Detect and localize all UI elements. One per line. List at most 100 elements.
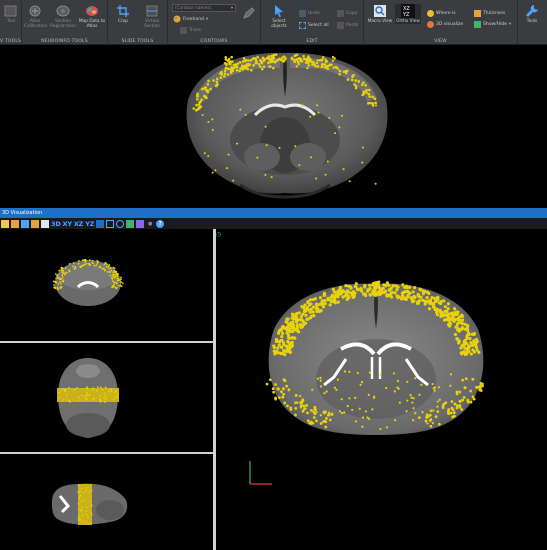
contour-dropdown[interactable]: (Contour names) ▾ <box>172 4 236 12</box>
cell-marker <box>299 406 303 409</box>
mode-yz-button[interactable]: YZ <box>85 220 94 228</box>
ortho-view-button[interactable]: XZ YZ Ortho View <box>395 4 421 24</box>
tools-button[interactable]: Tools <box>520 4 544 24</box>
cell-marker <box>100 386 102 389</box>
folder-icon[interactable] <box>31 219 39 228</box>
cell-marker <box>319 309 323 313</box>
help-icon[interactable]: ? <box>156 219 165 228</box>
cell-marker <box>418 287 422 291</box>
cell-marker <box>294 145 297 148</box>
virtual-section-button[interactable]: Virtual Section <box>138 4 166 29</box>
folder-open-icon[interactable] <box>11 219 19 228</box>
layout-icon[interactable] <box>96 219 105 228</box>
cell-marker <box>340 114 343 117</box>
view-pane-coronal[interactable] <box>0 229 213 341</box>
target-icon[interactable] <box>116 219 125 228</box>
cell-marker <box>394 284 398 288</box>
cell-marker <box>54 273 57 275</box>
cell-marker <box>348 180 351 183</box>
cell-marker <box>116 393 118 396</box>
thickness-button[interactable]: Thickness <box>474 10 505 17</box>
cell-marker <box>303 303 307 307</box>
box-icon[interactable] <box>106 219 115 228</box>
cell-marker <box>97 386 99 388</box>
contour-tool-button[interactable] <box>240 6 258 21</box>
crop-button[interactable]: Crop <box>112 4 134 24</box>
window-title-bar[interactable]: 3D Visualization <box>0 208 547 218</box>
visualize-3d-button[interactable]: 3D visualize <box>427 21 463 28</box>
select-objects-button[interactable]: Select objects <box>264 4 294 29</box>
copy-button[interactable]: Copy <box>337 10 357 17</box>
mode-xy-button[interactable]: XY <box>63 220 73 228</box>
cell-marker <box>323 302 327 306</box>
cell-marker <box>345 69 349 73</box>
map-data-to-atlas-button[interactable]: Map Data to Atlas <box>78 4 106 29</box>
cell-marker <box>383 283 387 287</box>
cell-marker <box>116 396 119 399</box>
cell-marker <box>78 396 81 399</box>
cell-marker <box>338 410 342 413</box>
paste-button[interactable]: Paste <box>337 22 358 29</box>
cell-marker <box>418 393 421 396</box>
show-hide-button[interactable]: Show/Hide ▾ <box>474 21 511 28</box>
cell-marker <box>469 341 473 345</box>
cell-marker <box>73 388 76 391</box>
cell-marker <box>306 66 309 70</box>
cell-marker <box>374 101 377 105</box>
cell-marker <box>81 520 84 523</box>
cell-marker <box>57 276 60 279</box>
group-neuroinfo: Atlas Calibration Section Registration M… <box>22 0 108 45</box>
cell-marker <box>361 161 364 164</box>
cell-marker <box>306 300 310 305</box>
camera-icon[interactable] <box>136 219 145 228</box>
cell-marker <box>83 499 85 501</box>
cell-marker <box>62 267 64 270</box>
ortho-view-icon: XZYZ <box>401 4 415 18</box>
cell-marker <box>466 346 471 351</box>
cell-marker <box>296 57 300 61</box>
mode-3d-button[interactable]: 3D <box>51 220 61 228</box>
trace-button[interactable]: Trace <box>180 27 201 34</box>
cell-marker <box>460 318 465 322</box>
group-label-neuroinfo: NEUROINFO TOOLS <box>41 39 88 44</box>
cell-marker <box>346 404 349 408</box>
cell-marker <box>246 67 250 71</box>
undo-button[interactable]: Undo <box>299 10 320 17</box>
cell-marker <box>411 401 414 404</box>
cell-marker <box>329 298 333 302</box>
cell-marker <box>54 281 57 284</box>
cell-marker <box>87 394 89 397</box>
cell-marker <box>84 521 87 524</box>
cell-marker <box>472 332 477 336</box>
select-all-button[interactable]: Select all <box>299 22 329 29</box>
cell-marker <box>392 372 396 375</box>
freehand-button[interactable]: Freehand ▾ <box>173 15 208 23</box>
cell-marker <box>243 59 247 63</box>
cell-marker <box>316 59 319 62</box>
tool-a-button[interactable]: Tool <box>1 4 21 24</box>
section-registration-button[interactable]: Section Registration <box>50 4 76 29</box>
view-pane-main[interactable]: ◷ <box>216 229 547 550</box>
cell-marker <box>326 413 330 417</box>
cell-marker <box>446 307 450 311</box>
mode-xz-button[interactable]: XZ <box>74 220 84 228</box>
cell-marker <box>280 390 283 394</box>
cell-marker <box>115 274 118 276</box>
cell-marker <box>61 387 64 390</box>
image-icon[interactable] <box>126 219 135 228</box>
cell-marker <box>440 313 444 317</box>
dot-icon[interactable]: ● <box>146 220 154 228</box>
document-icon[interactable] <box>41 219 49 228</box>
atlas-calibration-button[interactable]: Atlas Calibration <box>24 4 47 29</box>
new-icon[interactable] <box>1 219 9 228</box>
cell-marker <box>244 113 247 116</box>
view-pane-horizontal[interactable] <box>0 343 213 452</box>
where-is-button[interactable]: Where is <box>427 10 456 17</box>
view-pane-sagittal[interactable] <box>0 454 213 550</box>
cell-marker <box>223 69 227 72</box>
macro-view-button[interactable]: Macro View <box>367 4 393 24</box>
top-section-viewer[interactable] <box>0 45 547 208</box>
cell-marker <box>316 104 319 107</box>
group-view: Macro View XZ YZ Ortho View Where is 3D v… <box>364 0 518 45</box>
save-icon[interactable] <box>21 219 29 228</box>
